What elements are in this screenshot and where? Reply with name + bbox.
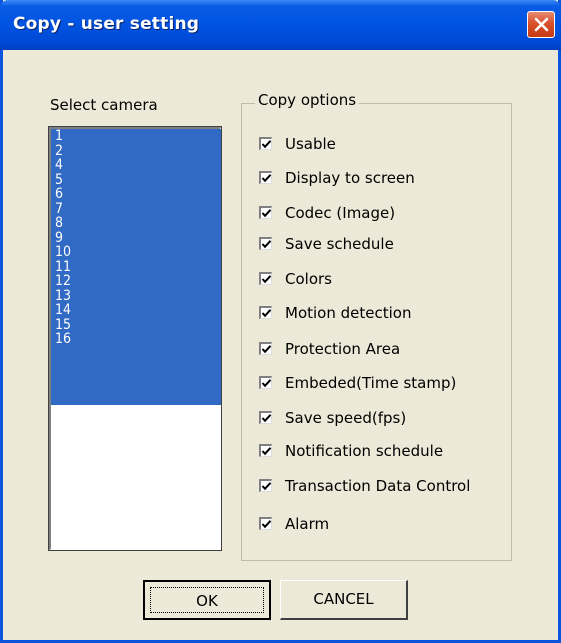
checkbox[interactable] [259,479,272,492]
checkmark-icon [261,482,272,491]
option-label: Transaction Data Control [285,477,471,495]
option-label: Alarm [285,515,330,533]
camera-list-item[interactable]: 15 [51,317,221,332]
camera-list-item[interactable]: 14 [51,303,221,318]
checkbox[interactable] [259,237,272,250]
dialog-title: Copy - user setting [13,14,200,34]
camera-list-item[interactable]: 11 [51,259,221,274]
option-label: Protection Area [285,340,401,358]
camera-list-item[interactable]: 12 [51,274,221,289]
checkmark-icon [261,520,272,529]
option-label: Save schedule [285,235,394,253]
checkbox[interactable] [259,206,272,219]
option-label: Motion detection [285,304,412,322]
checkbox[interactable] [259,171,272,184]
ok-label: OK [150,587,264,613]
option-label: Codec (Image) [285,204,396,222]
checkmark-icon [261,414,272,423]
camera-listbox[interactable]: 1 2 4 5 6 7 8 9 10 11 12 13 14 15 16 [48,126,222,551]
camera-list-item[interactable]: 13 [51,288,221,303]
checkmark-icon [261,345,272,354]
camera-list-item[interactable]: 9 [51,230,221,245]
checkbox[interactable] [259,342,272,355]
camera-list-item[interactable]: 2 [51,143,221,158]
checkmark-icon [261,240,272,249]
option-label: Display to screen [285,169,415,187]
copy-options-label: Copy options [255,91,360,109]
option-label: Embeded(Time stamp) [285,374,457,392]
cancel-button[interactable]: CANCEL [280,580,408,620]
checkmark-icon [261,140,272,149]
camera-list-item[interactable]: 5 [51,172,221,187]
ok-button[interactable]: OK [143,580,271,620]
checkmark-icon [261,209,272,218]
checkbox[interactable] [259,376,272,389]
option-label: Save speed(fps) [285,409,407,427]
close-button[interactable] [527,11,555,38]
checkbox[interactable] [259,517,272,530]
camera-list-item[interactable]: 7 [51,201,221,216]
option-label: Colors [285,270,332,288]
checkbox[interactable] [259,411,272,424]
checkbox[interactable] [259,306,272,319]
camera-list-item[interactable]: 6 [51,187,221,202]
camera-list-item[interactable]: 10 [51,245,221,260]
camera-list-item[interactable]: 16 [51,332,221,405]
checkbox[interactable] [259,272,272,285]
checkmark-icon [261,275,272,284]
title-bar[interactable]: Copy - user setting [0,0,561,50]
camera-list-item[interactable]: 8 [51,216,221,231]
checkmark-icon [261,447,272,456]
checkmark-icon [261,379,272,388]
camera-list-item[interactable]: 1 [51,129,221,144]
checkbox[interactable] [259,137,272,150]
select-camera-label: Select camera [50,96,158,114]
option-label: Notification schedule [285,442,444,460]
option-label: Usable [285,135,336,153]
checkbox[interactable] [259,444,272,457]
camera-list-item[interactable]: 4 [51,158,221,173]
checkmark-icon [261,174,272,183]
checkmark-icon [261,309,272,318]
close-x-icon [534,17,549,32]
